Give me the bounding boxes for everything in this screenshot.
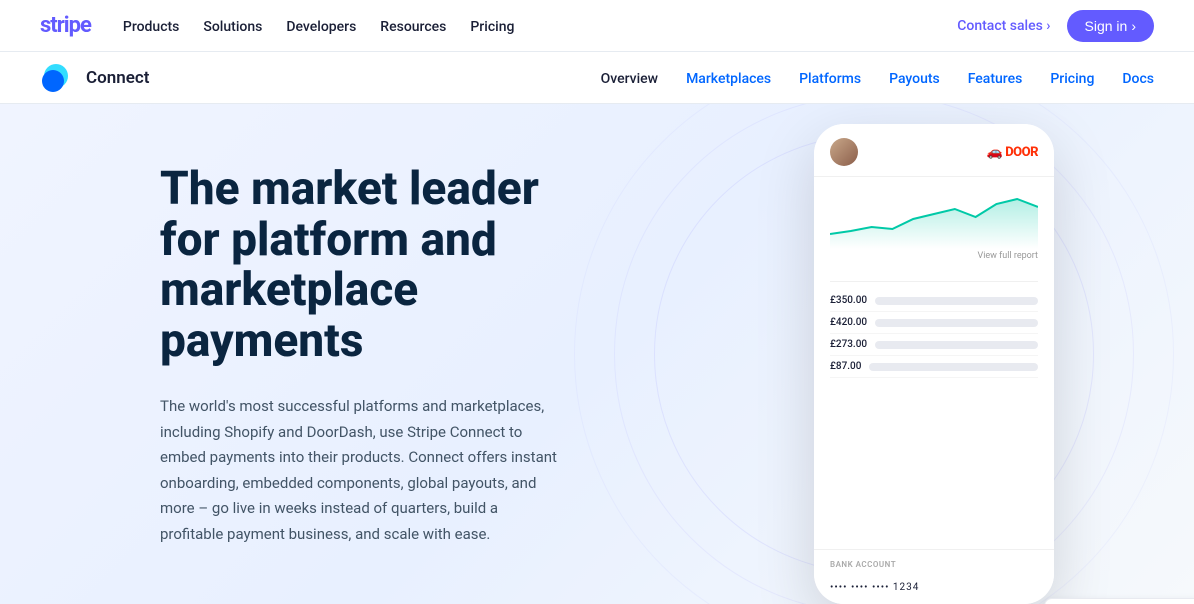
stripe-logo[interactable]: stripe (40, 13, 91, 38)
phone-chart: View full report (814, 177, 1054, 281)
top-nav-links: Products Solutions Developers Resources … (123, 16, 515, 35)
subnav-overview[interactable]: Overview (601, 71, 658, 87)
phone-mockup: DOOR View full (814, 124, 1054, 604)
bank-dots: •••• •••• •••• 1234 (830, 582, 919, 593)
notification-card: Food is being prepared Curry Up Now · 5m… (1044, 598, 1194, 604)
top-nav-right: Contact sales Sign in (957, 10, 1154, 42)
subnav-docs[interactable]: Docs (1122, 71, 1154, 87)
hero-section: The market leader for platform and marke… (0, 104, 1194, 604)
amount-label-4: £87.00 (830, 361, 861, 372)
sub-nav-links: Overview Marketplaces Platforms Payouts … (601, 68, 1154, 87)
amount-bar-1 (875, 297, 1038, 305)
nav-pricing[interactable]: Pricing (470, 19, 514, 35)
amount-row-1: £350.00 (830, 290, 1038, 312)
amount-label-2: £420.00 (830, 317, 867, 328)
phone-footer: BANK ACCOUNT •••• •••• •••• 1234 (814, 549, 1054, 604)
connect-icon (40, 60, 76, 96)
bank-row: BANK ACCOUNT (830, 560, 1038, 569)
top-navigation: stripe Products Solutions Developers Res… (0, 0, 1194, 52)
phone-amounts: £350.00 £420.00 £273.00 £87.00 (814, 282, 1054, 386)
subnav-pricing[interactable]: Pricing (1050, 71, 1094, 87)
amount-row-3: £273.00 (830, 334, 1038, 356)
nav-solutions[interactable]: Solutions (203, 19, 262, 35)
view-full-report[interactable]: View full report (830, 249, 1038, 269)
subnav-payouts[interactable]: Payouts (889, 71, 940, 87)
chart-line (830, 189, 1038, 249)
hero-visual: DOOR View full (654, 104, 1134, 604)
subnav-marketplaces[interactable]: Marketplaces (686, 71, 771, 87)
amount-label-1: £350.00 (830, 295, 867, 306)
subnav-platforms[interactable]: Platforms (799, 71, 861, 87)
amount-row-2: £420.00 (830, 312, 1038, 334)
top-nav-left: stripe Products Solutions Developers Res… (40, 13, 514, 38)
amount-row-4: £87.00 (830, 356, 1038, 378)
nav-developers[interactable]: Developers (286, 19, 356, 35)
doordash-logo: DOOR (987, 145, 1038, 160)
connect-label: Connect (86, 68, 149, 88)
bank-label: BANK ACCOUNT (830, 560, 896, 569)
sign-in-button[interactable]: Sign in (1067, 10, 1154, 42)
sub-navigation: Connect Overview Marketplaces Platforms … (0, 52, 1194, 104)
nav-resources[interactable]: Resources (380, 19, 446, 35)
nav-products[interactable]: Products (123, 19, 180, 35)
hero-title: The market leader for platform and marke… (160, 164, 560, 366)
avatar (830, 138, 858, 166)
amount-label-3: £273.00 (830, 339, 867, 350)
hero-description: The world's most successful platforms an… (160, 394, 560, 547)
connect-brand: Connect (40, 60, 149, 96)
contact-sales-link[interactable]: Contact sales (957, 18, 1050, 34)
hero-content: The market leader for platform and marke… (0, 104, 560, 604)
subnav-features[interactable]: Features (968, 71, 1023, 87)
amount-bar-3 (875, 341, 1038, 349)
connect-icon-front (42, 70, 64, 92)
amount-bar-2 (875, 319, 1038, 327)
phone-header: DOOR (814, 124, 1054, 177)
amount-bar-4 (869, 363, 1038, 371)
